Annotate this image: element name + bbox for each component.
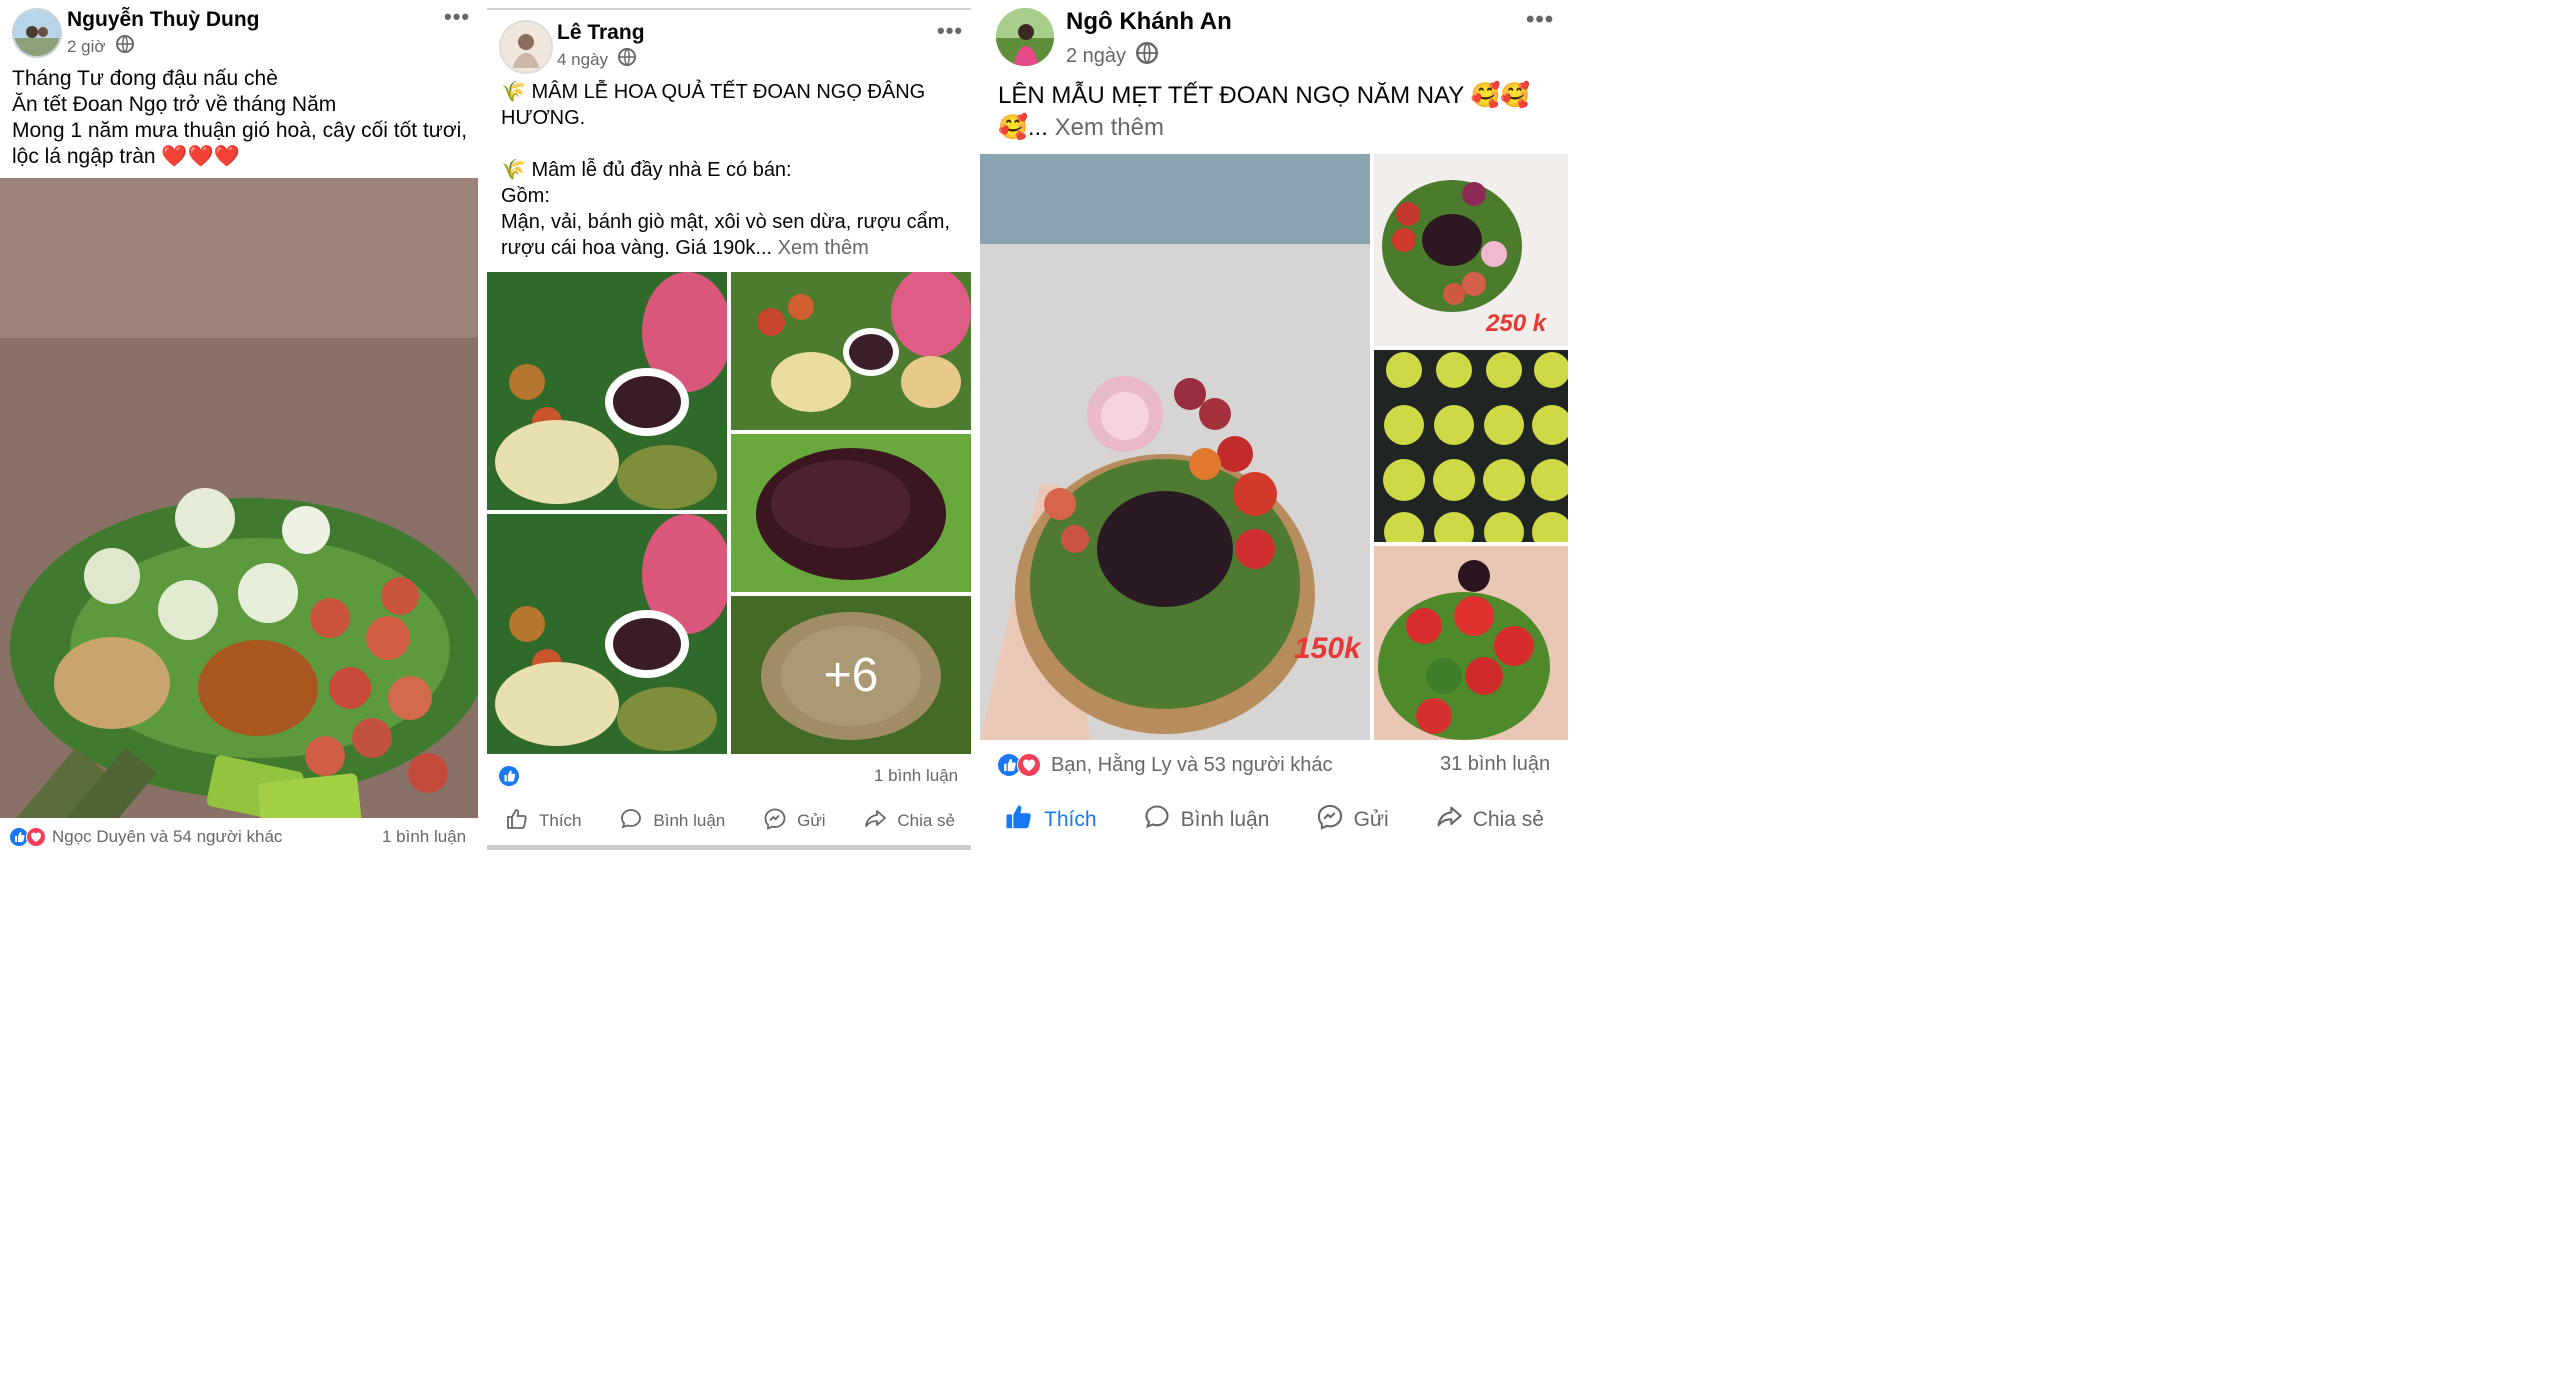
post-text-line: Mong 1 năm mưa thuận gió hoà, cây cối tố…	[12, 119, 468, 142]
post-text: LÊN MẪU MẸT TẾT ĐOAN NGỌ NĂM NAY 🥰🥰 🥰...…	[998, 80, 1530, 144]
post-text-line: 🥰...	[998, 114, 1048, 141]
share-icon	[1435, 803, 1463, 837]
globe-icon	[115, 35, 134, 58]
action-bar: Thích Bình luận Gửi Chia sẻ	[505, 806, 955, 836]
post-photo[interactable]: +6	[731, 596, 971, 754]
post-photo[interactable]	[731, 272, 971, 430]
messenger-icon	[763, 807, 787, 836]
top-border	[487, 8, 971, 10]
price-tag: 250 k	[1486, 310, 1547, 337]
post-photo[interactable]	[1374, 546, 1568, 740]
globe-icon	[1136, 42, 1159, 70]
comment-label: Bình luận	[1180, 808, 1270, 831]
post-text-line: rượu cái hoa vàng. Giá 190k...	[501, 237, 773, 259]
author-name[interactable]: Nguyễn Thuỳ Dung	[67, 8, 260, 32]
share-label: Chia sẻ	[1472, 808, 1544, 831]
post-text-line: 🌾 MÂM LỄ HOA QUẢ TẾT ĐOAN NGỌ ĐÂNG	[501, 81, 926, 103]
post-time[interactable]: 2 giờ	[67, 37, 106, 57]
post-card-1: Nguyễn Thuỳ Dung 2 giờ ••• Tháng Tư đong…	[0, 0, 478, 1392]
author-avatar[interactable]	[12, 8, 62, 58]
post-photo[interactable]: 150k	[980, 154, 1370, 740]
post-photo[interactable]: 250 k	[1374, 154, 1568, 346]
more-options-icon[interactable]: •••	[444, 4, 470, 30]
post-meta: 2 ngày	[1066, 42, 1159, 70]
see-more-link[interactable]: Xem thêm	[1055, 114, 1164, 141]
post-text-line: Ăn tết Đoan Ngọ trở về tháng Năm	[12, 93, 337, 116]
share-label: Chia sẻ	[897, 811, 955, 830]
post-text: 🌾 MÂM LỄ HOA QUẢ TẾT ĐOAN NGỌ ĐÂNG HƯƠNG…	[501, 79, 950, 261]
post-meta: 2 giờ	[67, 35, 134, 58]
more-photos-overlay[interactable]: +6	[731, 596, 971, 754]
reactions-text: Ngọc Duyên và 54 người khác	[52, 827, 283, 846]
share-icon	[863, 807, 887, 836]
post-photo[interactable]	[487, 514, 727, 754]
post-meta: 4 ngày	[557, 48, 637, 71]
post-time[interactable]: 4 ngày	[557, 50, 608, 70]
more-options-icon[interactable]: •••	[937, 18, 963, 44]
reactions-summary[interactable]: Bạn, Hằng Ly và 53 người khác	[998, 753, 1332, 777]
like-button[interactable]: Thích	[505, 807, 582, 836]
post-photo[interactable]	[731, 434, 971, 592]
post-text-line: Mận, vải, bánh giò mật, xôi vò sen dừa, …	[501, 211, 950, 233]
comments-count[interactable]: 31 bình luận	[1440, 753, 1550, 776]
post-text-line	[501, 131, 950, 157]
author-avatar[interactable]	[499, 20, 553, 74]
send-button[interactable]: Gửi	[1316, 803, 1389, 837]
author-avatar[interactable]	[996, 8, 1054, 66]
like-label: Thích	[1044, 808, 1097, 831]
post-text-line: Tháng Tư đong đậu nấu chè	[12, 67, 278, 90]
share-button[interactable]: Chia sẻ	[1435, 803, 1544, 837]
comment-label: Bình luận	[653, 811, 726, 830]
comment-button[interactable]: Bình luận	[1143, 803, 1270, 837]
blank-area	[1568, 0, 2560, 1392]
like-reaction-icon	[499, 766, 519, 786]
post-photo[interactable]	[487, 272, 727, 510]
send-label: Gửi	[797, 811, 826, 830]
post-photo[interactable]	[1374, 350, 1568, 542]
messenger-icon	[1316, 803, 1344, 837]
send-label: Gửi	[1353, 808, 1389, 831]
love-reaction-icon	[26, 827, 46, 847]
globe-icon	[618, 48, 637, 71]
reactions-summary[interactable]	[499, 766, 519, 786]
post-time[interactable]: 2 ngày	[1066, 45, 1126, 68]
post-card-2: Lê Trang 4 ngày ••• 🌾 MÂM LỄ HOA QUẢ TẾT…	[487, 0, 971, 1392]
price-tag: 150k	[1294, 632, 1361, 665]
send-button[interactable]: Gửi	[763, 807, 825, 836]
comment-button[interactable]: Bình luận	[619, 807, 725, 836]
like-label: Thích	[539, 811, 582, 830]
like-button[interactable]: Thích	[1004, 802, 1097, 838]
comment-icon	[1143, 803, 1171, 837]
post-text-line: LÊN MẪU MẸT TẾT ĐOAN NGỌ NĂM NAY 🥰🥰	[998, 82, 1531, 109]
comments-count[interactable]: 1 bình luận	[874, 766, 958, 786]
comment-icon	[619, 807, 643, 836]
author-name[interactable]: Ngô Khánh An	[1066, 8, 1232, 36]
post-text: Tháng Tư đong đậu nấu chè Ăn tết Đoan Ng…	[12, 66, 467, 170]
post-text-line: Gồm:	[501, 185, 550, 207]
thumbs-up-icon	[505, 807, 529, 836]
author-name[interactable]: Lê Trang	[557, 21, 645, 45]
comments-count[interactable]: 1 bình luận	[382, 827, 466, 847]
thumbs-up-icon	[1004, 802, 1034, 838]
post-photo[interactable]	[0, 178, 478, 818]
share-button[interactable]: Chia sẻ	[863, 807, 955, 836]
bottom-divider	[487, 845, 971, 850]
post-text-line: HƯƠNG.	[501, 107, 586, 129]
post-card-3: Ngô Khánh An 2 ngày ••• LÊN MẪU MẸT TẾT …	[980, 0, 1568, 1392]
post-text-line: 🌾 Mâm lễ đủ đầy nhà E có bán:	[501, 159, 792, 181]
see-more-link[interactable]: Xem thêm	[778, 237, 869, 259]
post-text-line: lộc lá ngập tràn ❤️❤️❤️	[12, 145, 240, 168]
reactions-summary[interactable]: Ngọc Duyên và 54 người khác	[10, 827, 282, 847]
more-options-icon[interactable]: •••	[1526, 6, 1554, 34]
reactions-text: Bạn, Hằng Ly và 53 người khác	[1051, 753, 1333, 776]
love-reaction-icon	[1017, 753, 1041, 777]
action-bar: Thích Bình luận Gửi Chia sẻ	[1004, 803, 1544, 837]
